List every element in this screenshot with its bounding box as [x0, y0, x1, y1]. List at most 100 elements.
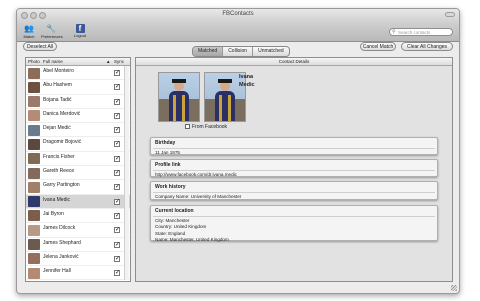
window-title: FBContacts	[222, 11, 254, 17]
contact-row[interactable]: Abel Monteiro ✓	[26, 66, 130, 81]
contact-row[interactable]: Garry Partington ✓	[26, 180, 130, 195]
contact-list: Photo Full name ▲ Sync Abel Monteiro ✓ Abu…	[25, 57, 131, 282]
contact-name: Gareth Reece	[43, 168, 75, 175]
sync-checkbox[interactable]: ✓	[114, 184, 120, 191]
title-bar: FBContacts	[17, 9, 459, 23]
contact-name: Dejan Medić	[43, 125, 71, 132]
contact-details-header: Contact Details	[136, 58, 452, 66]
sync-checkbox[interactable]: ✓	[114, 112, 120, 119]
column-full-name[interactable]: Full name	[43, 58, 63, 65]
logout-tool-button[interactable]: f Logout	[70, 24, 90, 38]
birthday-card: Birthday 11 Jan 1975	[150, 137, 438, 155]
contact-row[interactable]: Danica Merdović ✓	[26, 109, 130, 124]
sync-checkbox[interactable]: ✓	[114, 84, 120, 91]
search-placeholder: Search contacts	[398, 30, 431, 35]
preferences-tool-button[interactable]: 🔧 Preferences	[41, 24, 63, 39]
deselect-all-button[interactable]: Deselect All	[23, 42, 57, 51]
contact-name: Jai Byron	[43, 210, 64, 217]
contact-row[interactable]: Dragomir Bojović ✓	[26, 137, 130, 152]
contact-name: James Dilcock	[43, 225, 76, 232]
sync-checkbox[interactable]: ✓	[114, 198, 120, 205]
card-title: Profile link	[155, 162, 181, 168]
clear-all-changes-button[interactable]: Clear All Changes	[401, 42, 453, 51]
contact-thumbnail	[28, 239, 40, 251]
match-tool-button[interactable]: 👥 Match	[19, 24, 39, 39]
contact-name: Bojana Tadić	[43, 96, 72, 103]
cancel-match-button[interactable]: Cancel Match	[360, 42, 396, 51]
contact-rows: Abel Monteiro ✓ Abu Hashem ✓ Bojana Tadić ✓ Da…	[26, 66, 130, 281]
contact-thumbnail	[28, 110, 40, 122]
contact-row[interactable]: Ivana Medic ✓	[26, 194, 130, 209]
contact-thumbnail	[28, 167, 40, 179]
resize-handle[interactable]	[451, 285, 457, 291]
contact-name: James Shephard	[43, 239, 81, 246]
contact-name: Jennifer Hall	[43, 268, 71, 275]
column-photo[interactable]: Photo	[28, 58, 40, 65]
from-facebook-checkbox[interactable]	[185, 124, 190, 129]
contact-row[interactable]: Jelena Janković ✓	[26, 252, 130, 267]
contact-thumbnail	[28, 210, 40, 222]
card-line: Company Name: University of Manchester	[155, 194, 242, 199]
contact-row[interactable]: Jennifer Hall ✓	[26, 266, 130, 281]
tab-unmatched[interactable]: Unmatched	[253, 47, 289, 56]
from-facebook-option[interactable]: From Facebook	[185, 124, 227, 130]
contact-name: Garry Partington	[43, 182, 80, 189]
contact-name: Francis Fisher	[43, 153, 75, 160]
work-history-card: Work history Company Name: University of…	[150, 181, 438, 200]
first-name: Ivana	[239, 74, 254, 80]
contact-thumbnail	[28, 224, 40, 236]
contact-thumbnail	[28, 67, 40, 79]
search-input[interactable]: ⚲ Search contacts	[389, 28, 453, 36]
contact-row[interactable]: Abu Hashem ✓	[26, 80, 130, 95]
contact-row[interactable]: Dejan Medić ✓	[26, 123, 130, 138]
card-title: Current location	[155, 208, 194, 214]
button-bar: Deselect All Matched Collision Unmatched…	[17, 42, 459, 57]
column-sync[interactable]: Sync	[114, 58, 124, 65]
search-icon: ⚲	[392, 29, 396, 35]
sync-checkbox[interactable]: ✓	[114, 255, 120, 262]
contact-row[interactable]: James Shephard ✓	[26, 238, 130, 252]
contact-thumbnail	[28, 138, 40, 150]
contact-thumbnail	[28, 153, 40, 165]
preferences-tool-label: Preferences	[41, 34, 63, 39]
sync-checkbox[interactable]: ✓	[114, 141, 120, 148]
sync-checkbox[interactable]: ✓	[114, 70, 120, 76]
logout-tool-label: Logout	[73, 33, 87, 38]
profile-link-card: Profile link http://www.facebook.com/dr.…	[150, 159, 438, 177]
contact-row[interactable]: Jai Byron ✓	[26, 209, 130, 224]
match-tool-label: Match	[23, 34, 35, 39]
card-title: Birthday	[155, 140, 176, 146]
card-line: 11 Jan 1975	[155, 150, 180, 155]
toolbar-toggle-button[interactable]	[445, 12, 455, 17]
sync-checkbox[interactable]: ✓	[114, 212, 120, 219]
list-scrollbar[interactable]	[124, 66, 129, 280]
sync-checkbox[interactable]: ✓	[114, 227, 120, 234]
tab-collision[interactable]: Collision	[223, 47, 254, 56]
sync-checkbox[interactable]: ✓	[114, 98, 120, 105]
sync-checkbox[interactable]: ✓	[114, 170, 120, 177]
card-line: Name: Manchester, United Kingdom	[155, 236, 229, 242]
sync-checkbox[interactable]: ✓	[114, 270, 120, 277]
contact-thumbnail	[28, 124, 40, 136]
current-location-card: Current location City: Manchester Countr…	[150, 205, 438, 242]
contact-name: Abel Monteiro	[43, 68, 74, 74]
contact-row[interactable]: Gareth Reece ✓	[26, 166, 130, 181]
profile-link[interactable]: http://www.facebook.com/dr.ivana.medic	[151, 171, 437, 177]
filter-segmented-control: Matched Collision Unmatched	[192, 46, 290, 57]
contact-thumbnail	[28, 196, 40, 208]
app-window: FBContacts 👥 Match 🔧 Preferences f Logou…	[16, 8, 460, 294]
contact-row[interactable]: Bojana Tadić ✓	[26, 95, 130, 109]
tools-icon: 🔧	[46, 24, 56, 33]
sync-checkbox[interactable]: ✓	[114, 241, 120, 248]
tab-matched[interactable]: Matched	[193, 47, 224, 56]
contact-thumbnail	[28, 253, 40, 265]
contact-thumbnail	[28, 181, 40, 193]
sync-checkbox[interactable]: ✓	[114, 155, 120, 162]
card-title: Work history	[155, 184, 186, 190]
sync-checkbox[interactable]: ✓	[114, 127, 120, 134]
contact-name: Abu Hashem	[43, 82, 72, 89]
sort-arrow-icon: ▲	[106, 59, 111, 64]
contact-row[interactable]: Francis Fisher ✓	[26, 152, 130, 167]
facebook-icon: f	[75, 24, 85, 33]
contact-row[interactable]: James Dilcock ✓	[26, 223, 130, 238]
